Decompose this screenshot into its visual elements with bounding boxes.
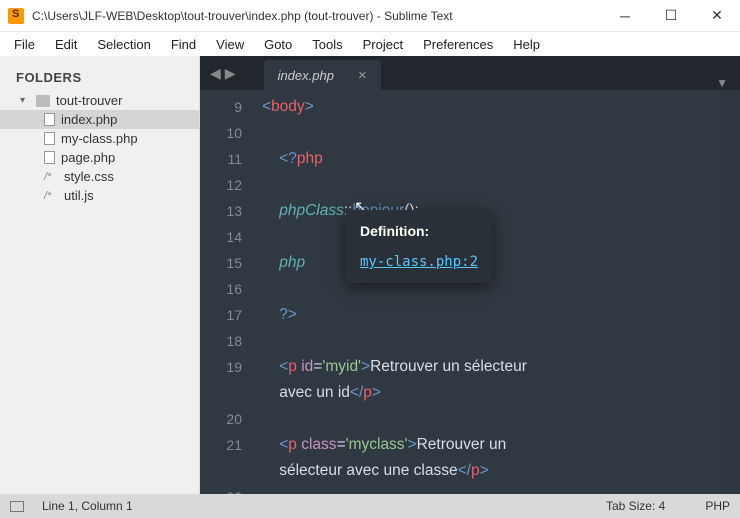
file-label: index.php [61,112,117,127]
menu-selection[interactable]: Selection [87,35,160,54]
code-file-icon: /* [44,190,58,202]
tree-file-myclass[interactable]: my-class.php [0,129,199,148]
code-file-icon: /* [44,171,58,183]
line-num: 18 [200,328,242,354]
tabbar: ◀ ▶ index.php × ▼ [200,56,740,90]
menu-edit[interactable]: Edit [45,35,87,54]
file-label: style.css [64,169,114,184]
line-num: 21 [200,432,242,484]
tree-file-index[interactable]: index.php [0,110,199,129]
tab-index[interactable]: index.php × [264,60,381,90]
file-label: my-class.php [61,131,138,146]
tab-close-icon[interactable]: × [358,67,367,84]
tooltip-title: Definition: [360,218,478,244]
menu-help[interactable]: Help [503,35,550,54]
line-num: 17 [200,302,242,328]
menu-find[interactable]: Find [161,35,206,54]
tree-file-style[interactable]: /* style.css [0,167,199,186]
tooltip-link[interactable]: my-class.php:2 [360,254,478,270]
file-icon [44,151,55,164]
status-language[interactable]: PHP [705,499,730,513]
file-icon [44,132,55,145]
tree-folder-root[interactable]: ▾ tout-trouver [0,91,199,110]
line-num: 20 [200,406,242,432]
sidebar-header: FOLDERS [0,64,199,91]
menu-file[interactable]: File [4,35,45,54]
file-label: page.php [61,150,115,165]
menubar: File Edit Selection Find View Goto Tools… [0,32,740,56]
tab-forward-icon[interactable]: ▶ [225,65,236,82]
minimap[interactable] [720,90,740,494]
file-icon [44,113,55,126]
line-num: 22 [200,484,242,494]
line-num: 14 [200,224,242,250]
definition-tooltip: Definition: my-class.php:2 [346,210,492,283]
tree-file-page[interactable]: page.php [0,148,199,167]
line-num: 11 [200,146,242,172]
tab-label: index.php [278,68,334,83]
line-num: 16 [200,276,242,302]
window-title: C:\Users\JLF-WEB\Desktop\tout-trouver\in… [32,9,602,23]
status-tabsize[interactable]: Tab Size: 4 [606,499,665,513]
menu-project[interactable]: Project [353,35,413,54]
line-num: 12 [200,172,242,198]
folder-label: tout-trouver [56,93,122,108]
tab-back-icon[interactable]: ◀ [210,65,221,82]
line-num: 9 [200,94,242,120]
editor: ◀ ▶ index.php × ▼ 9 10 11 12 13 14 15 16… [200,56,740,494]
chevron-down-icon: ▾ [20,95,30,106]
status-position[interactable]: Line 1, Column 1 [42,499,566,513]
statusbar: Line 1, Column 1 Tab Size: 4 PHP [0,494,740,518]
menu-goto[interactable]: Goto [254,35,302,54]
file-label: util.js [64,188,94,203]
folder-icon [36,95,50,107]
code-content[interactable]: <body> <?php phpClass::bonjour(); php ()… [254,90,740,494]
line-num: 13 [200,198,242,224]
tree-file-util[interactable]: /* util.js [0,186,199,205]
close-button[interactable]: ✕ [694,0,740,32]
line-num: 15 [200,250,242,276]
app-icon [8,8,24,24]
sidebar: FOLDERS ▾ tout-trouver index.php my-clas… [0,56,200,494]
line-num: 10 [200,120,242,146]
window-controls: ─ ☐ ✕ [602,0,740,32]
minimize-button[interactable]: ─ [602,0,648,32]
menu-tools[interactable]: Tools [302,35,352,54]
menu-view[interactable]: View [206,35,254,54]
gutter: 9 10 11 12 13 14 15 16 17 18 19 20 21 22… [200,90,254,494]
tab-menu-icon[interactable]: ▼ [716,76,728,90]
titlebar: C:\Users\JLF-WEB\Desktop\tout-trouver\in… [0,0,740,32]
main-area: FOLDERS ▾ tout-trouver index.php my-clas… [0,56,740,494]
line-num: 19 [200,354,242,406]
panel-icon[interactable] [10,501,24,512]
tab-nav: ◀ ▶ [200,56,246,90]
code-area[interactable]: 9 10 11 12 13 14 15 16 17 18 19 20 21 22… [200,90,740,494]
menu-preferences[interactable]: Preferences [413,35,503,54]
maximize-button[interactable]: ☐ [648,0,694,32]
